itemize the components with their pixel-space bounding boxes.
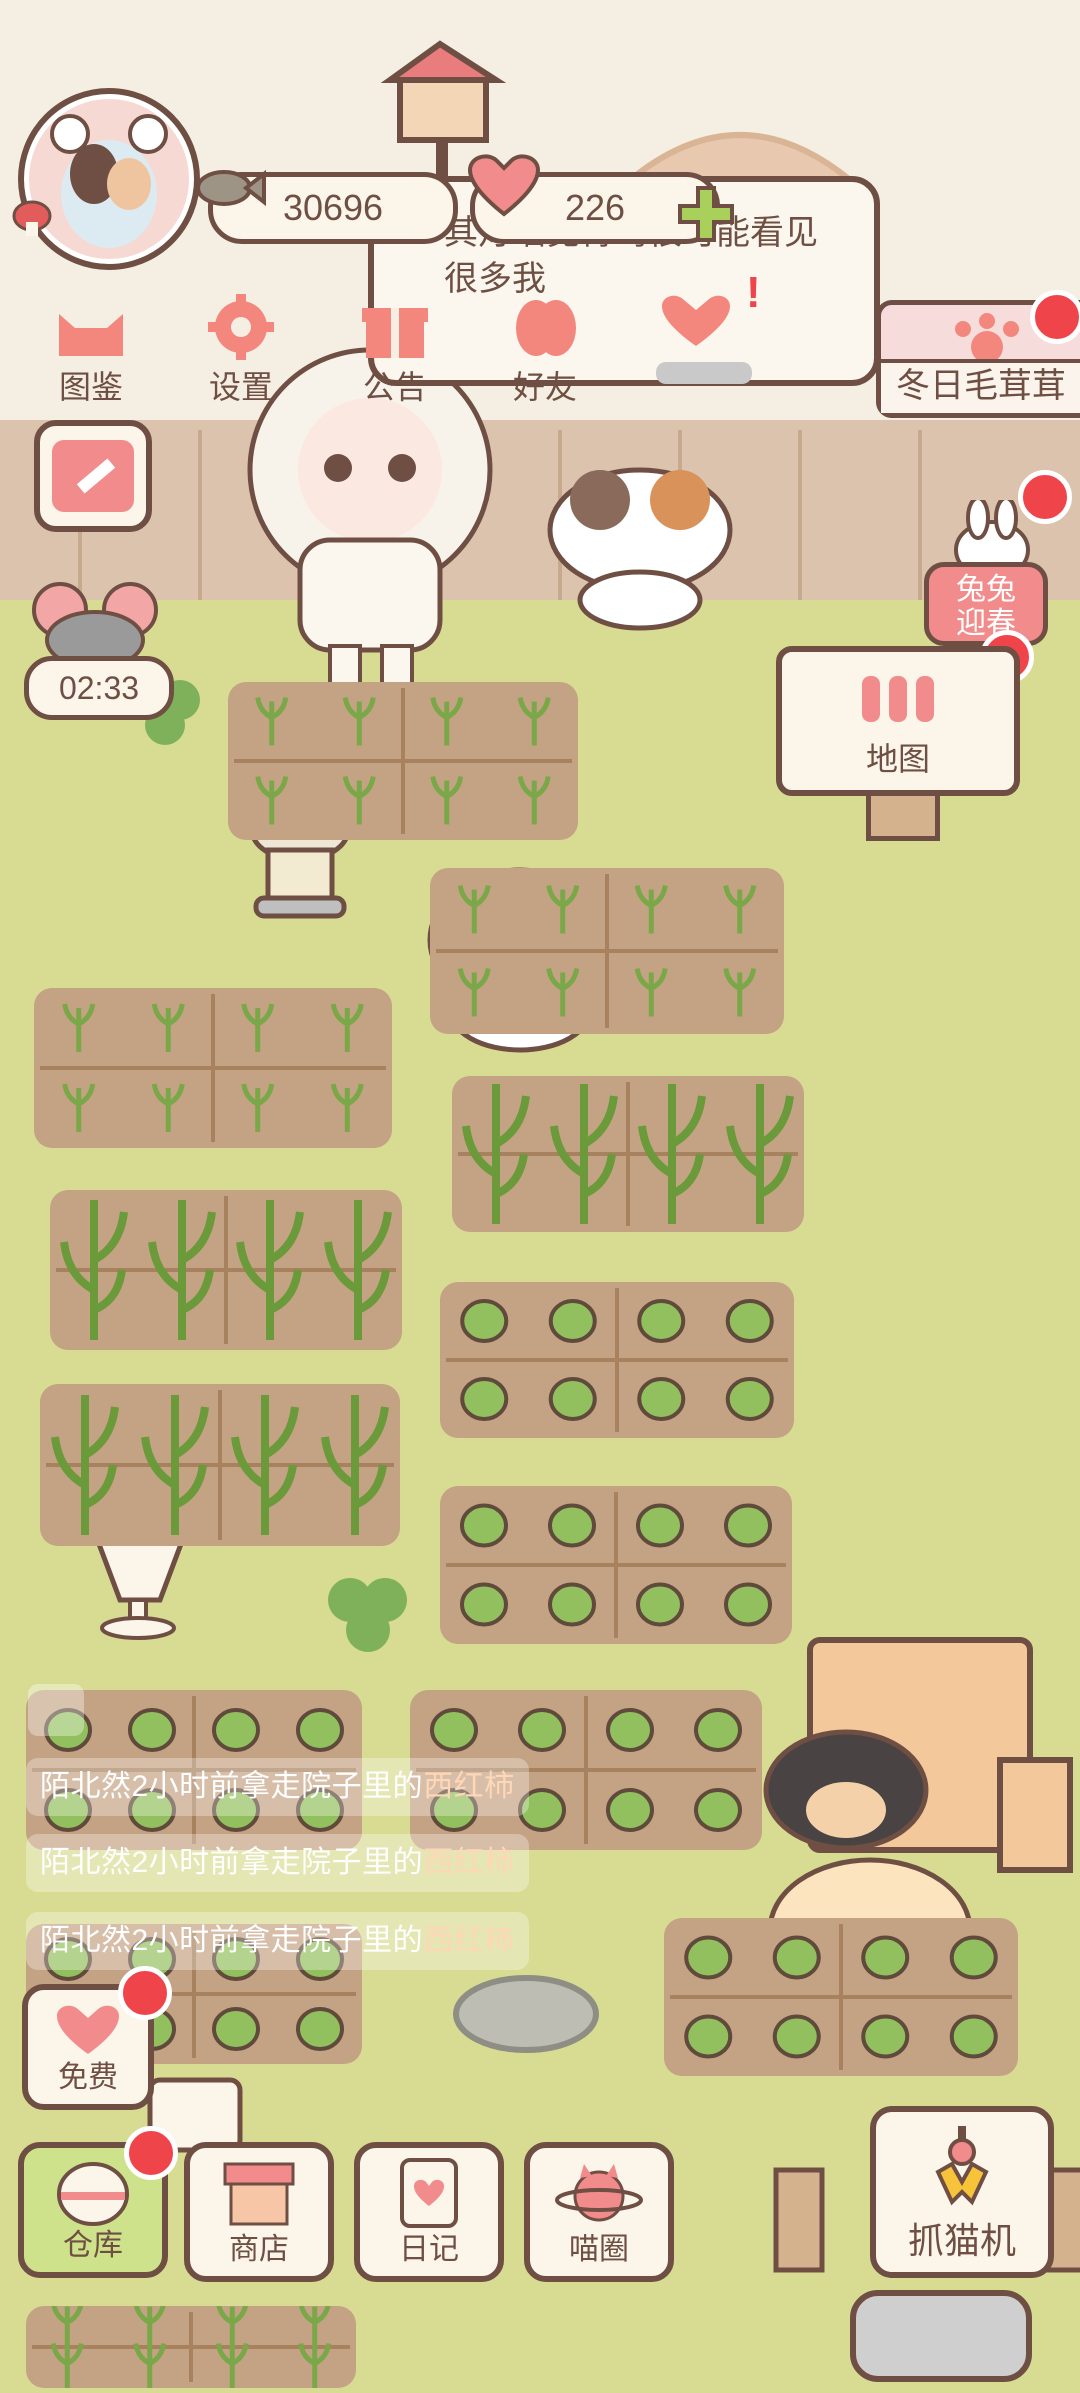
stone-bench bbox=[850, 2290, 1032, 2382]
fence-icon bbox=[862, 676, 934, 722]
crop-plot[interactable] bbox=[430, 868, 784, 1034]
activity-feed-item: 陌北然2小时前拿走院子里的西红柿 bbox=[26, 1834, 529, 1892]
map-label: 地图 bbox=[865, 741, 930, 777]
coin-value: 30696 bbox=[282, 187, 384, 228]
heart-burst-icon[interactable] bbox=[652, 290, 742, 355]
crop-plot[interactable] bbox=[228, 682, 578, 840]
heart-value: 226 bbox=[564, 187, 626, 228]
nav-diary-label: 日记 bbox=[399, 2233, 459, 2266]
event-banner-label: 冬日毛茸茸 bbox=[881, 359, 1080, 413]
sprout-plant-icon bbox=[32, 2302, 350, 2392]
leaf-plant-icon bbox=[670, 1924, 1012, 2070]
rock bbox=[453, 1975, 599, 2053]
rabbit-event-badge bbox=[1018, 470, 1072, 524]
gift-icon bbox=[362, 308, 428, 358]
claw-machine-label: 抓猫机 bbox=[907, 2220, 1016, 2261]
player-avatar[interactable] bbox=[18, 88, 200, 270]
edit-calendar-button[interactable] bbox=[34, 420, 152, 532]
cat-planet-icon bbox=[555, 2164, 643, 2222]
sprout-plant-icon bbox=[40, 994, 386, 1142]
corn-plant-icon bbox=[56, 1196, 396, 1344]
menu-friends[interactable]: 好友 bbox=[480, 290, 610, 408]
feed-item: 西红柿 bbox=[423, 1924, 515, 1957]
leaf-plant-icon bbox=[446, 1288, 788, 1432]
heart-gift-icon bbox=[57, 2005, 119, 2054]
crop-plot[interactable] bbox=[664, 1918, 1018, 2076]
warehouse-icon bbox=[57, 2162, 129, 2226]
nav-cat-circle-label: 喵圈 bbox=[569, 2233, 629, 2266]
menu-announcement-label: 公告 bbox=[362, 369, 427, 405]
chat-toggle-button[interactable] bbox=[28, 1684, 84, 1736]
mushroom-icon bbox=[12, 200, 52, 240]
chihuahua-dog bbox=[763, 1729, 929, 1851]
corn-plant-icon bbox=[458, 1082, 798, 1226]
event-badge bbox=[1030, 290, 1080, 344]
nav-shop[interactable]: 商店 bbox=[184, 2142, 334, 2282]
crop-plot[interactable] bbox=[40, 1384, 400, 1546]
free-gift-badge bbox=[118, 1966, 172, 2020]
fish-coin-icon bbox=[190, 160, 266, 221]
edit-pencil-icon bbox=[52, 440, 134, 512]
menu-settings-label: 设置 bbox=[208, 369, 273, 405]
rabbit-event-label: 兔兔迎春 bbox=[924, 562, 1048, 646]
feed-item: 西红柿 bbox=[423, 1770, 515, 1803]
crop-plot[interactable] bbox=[26, 2302, 356, 2392]
nav-diary[interactable]: 日记 bbox=[354, 2142, 504, 2282]
menu-catalog[interactable]: 图鉴 bbox=[26, 290, 156, 408]
map-sign-post bbox=[866, 796, 940, 841]
sprout-plant-icon bbox=[436, 874, 778, 1028]
crop-plot[interactable] bbox=[50, 1190, 402, 1350]
feed-item: 西红柿 bbox=[423, 1846, 515, 1879]
corn-plant-icon bbox=[46, 1390, 394, 1540]
leaf-plant-icon bbox=[446, 1492, 786, 1638]
friends-icon bbox=[516, 300, 576, 356]
menu-settings[interactable]: 设置 bbox=[176, 290, 306, 408]
nav-cat-circle[interactable]: 喵圈 bbox=[524, 2142, 674, 2282]
feed-text: 陌北然2小时前拿走院子里的 bbox=[40, 1924, 424, 1957]
gear-icon bbox=[208, 294, 274, 360]
menu-announcement[interactable]: 公告 bbox=[330, 290, 460, 408]
event-timer: 02:33 bbox=[24, 656, 174, 720]
activity-feed-item: 陌北然2小时前拿走院子里的西红柿 bbox=[26, 1912, 529, 1970]
crop-plot[interactable] bbox=[452, 1076, 804, 1232]
activity-feed-item: 陌北然2小时前拿走院子里的西红柿 bbox=[26, 1758, 529, 1816]
cat-face-icon bbox=[59, 314, 123, 356]
diary-icon bbox=[400, 2158, 458, 2228]
heart-icon bbox=[466, 152, 542, 223]
crop-plot[interactable] bbox=[440, 1282, 794, 1438]
crop-plot[interactable] bbox=[34, 988, 392, 1148]
warehouse-badge bbox=[124, 2126, 178, 2180]
map-button[interactable]: 地图 bbox=[776, 646, 1020, 796]
timer-value: 02:33 bbox=[58, 669, 140, 706]
sprout-plant-icon bbox=[234, 688, 572, 834]
alert-exclaim-icon: ! bbox=[746, 268, 761, 317]
menu-catalog-label: 图鉴 bbox=[58, 369, 123, 405]
nav-shop-label: 商店 bbox=[229, 2233, 289, 2266]
claw-machine-button[interactable]: 抓猫机 bbox=[870, 2106, 1054, 2278]
feed-text: 陌北然2小时前拿走院子里的 bbox=[40, 1846, 424, 1879]
add-hearts-button[interactable] bbox=[676, 184, 736, 249]
menu-friends-label: 好友 bbox=[512, 369, 577, 405]
speech-handle bbox=[656, 362, 752, 384]
claw-icon bbox=[935, 2126, 989, 2206]
shop-icon bbox=[223, 2162, 295, 2226]
feed-text: 陌北然2小时前拿走院子里的 bbox=[40, 1770, 424, 1803]
crop-plot[interactable] bbox=[440, 1486, 792, 1644]
free-gift-label: 免费 bbox=[58, 2061, 118, 2094]
nav-warehouse-label: 仓库 bbox=[63, 2229, 123, 2262]
